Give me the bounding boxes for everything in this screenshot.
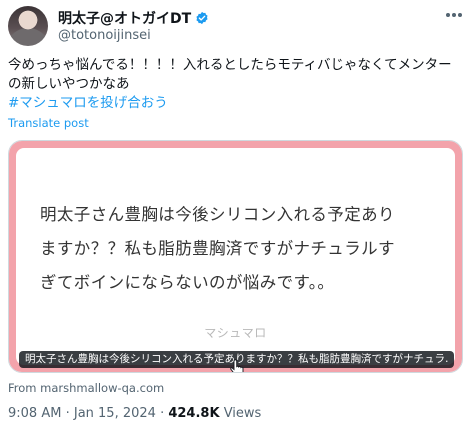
post-text-line-1: 今めっちゃ悩んでる！！！！入れるとしたらモティバじゃなくてメンター	[8, 57, 452, 73]
hashtag-link[interactable]: #マシュマロを投げ合おう	[8, 94, 168, 113]
post-header: 明太子@オトガイDT @totonoijinsei	[8, 6, 466, 46]
meta-separator: ·	[65, 406, 70, 421]
post-text: 今めっちゃ悩んでる！！！！入れるとしたらモティバじゃなくてメンター の新しいやつ…	[8, 56, 468, 94]
verified-badge-icon	[196, 11, 208, 25]
card-image: 明太子さん豊胸は今後シリコン入れる予定あり ますか？？私も脂肪豊胸済ですがナチュ…	[16, 148, 455, 365]
question-line-3: ぎてボインにならないのが悩みです。。	[40, 273, 335, 292]
author-handle[interactable]: @totonoijinsei	[58, 28, 151, 43]
link-preview-card[interactable]: 明太子さん豊胸は今後シリコン入れる予定あり ますか？？私も脂肪豊胸済ですがナチュ…	[8, 140, 463, 373]
more-options-icon[interactable]	[446, 12, 462, 18]
post-time[interactable]: 9:08 AM	[8, 406, 61, 421]
avatar[interactable]	[8, 6, 48, 46]
post-date[interactable]: Jan 15, 2024	[74, 406, 156, 421]
views-label: Views	[223, 406, 262, 421]
translate-post-link[interactable]: Translate post	[8, 116, 89, 130]
author-display-name[interactable]: 明太子@オトガイDT	[58, 8, 191, 28]
post-text-line-2: の新しいやつかなあ	[8, 76, 130, 92]
question-text: 明太子さん豊胸は今後シリコン入れる予定あり ますか？？私も脂肪豊胸済ですがナチュ…	[40, 198, 440, 300]
post-meta: 9:08 AM · Jan 15, 2024 · 424.8K Views	[8, 406, 261, 421]
card-source-link[interactable]: From marshmallow-qa.com	[8, 381, 164, 395]
question-line-1: 明太子さん豊胸は今後シリコン入れる予定あり	[40, 205, 395, 224]
question-line-2: ますか？？私も脂肪豊胸済ですがナチュラルす	[40, 239, 395, 258]
meta-separator-2: ·	[160, 406, 165, 421]
marshmallow-brand-label: マシュマロ	[204, 326, 267, 340]
views-count: 424.8K	[168, 406, 220, 421]
author-name-line[interactable]: 明太子@オトガイDT	[58, 8, 209, 28]
mouse-pointer-icon	[230, 359, 244, 372]
